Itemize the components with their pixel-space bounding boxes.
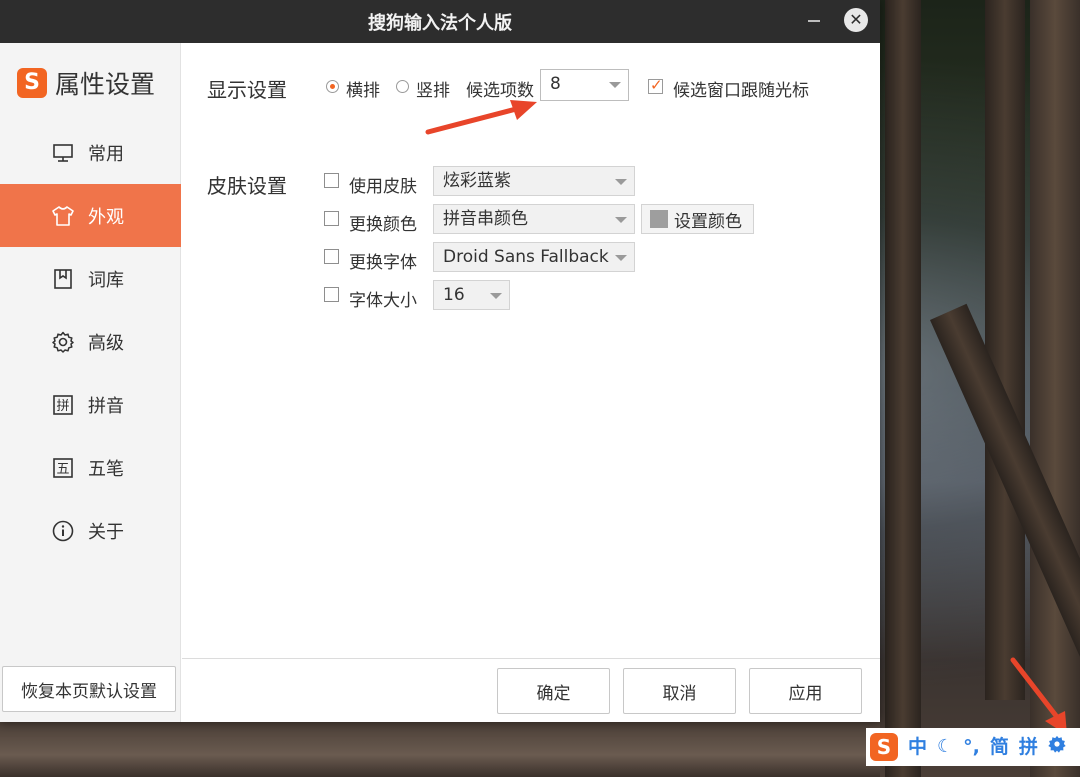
sidebar-item-label: 词库	[88, 269, 124, 291]
font-select-value: Droid Sans Fallback	[443, 247, 609, 267]
use-skin-label: 使用皮肤	[349, 177, 417, 197]
sidebar-item-about[interactable]: 关于	[0, 499, 181, 562]
font-select[interactable]: Droid Sans Fallback	[433, 242, 635, 272]
sidebar-item-wubi[interactable]: 五 五笔	[0, 436, 181, 499]
sidebar-item-label: 高级	[88, 332, 124, 354]
font-size-select[interactable]: 16	[433, 280, 510, 310]
dialog-footer: 确定 取消 应用	[182, 658, 880, 722]
horizontal-label: 横排	[346, 81, 380, 101]
sogou-logo-icon[interactable]: S	[870, 733, 898, 761]
monitor-icon	[52, 142, 74, 164]
sidebar-item-label: 关于	[88, 521, 124, 543]
window-title: 搜狗输入法个人版	[368, 13, 512, 34]
sidebar-item-dictionary[interactable]: 词库	[0, 247, 181, 310]
vertical-radio[interactable]	[396, 80, 409, 93]
ime-settings-gear-icon[interactable]	[1048, 728, 1066, 766]
ime-simplified-toggle[interactable]: 简	[990, 728, 1009, 766]
change-color-checkbox[interactable]	[324, 211, 339, 226]
sidebar: S 属性设置 常用 外观 词库 高级 拼 拼音 五 五笔 关于 恢复本页默认设置	[0, 43, 181, 722]
ime-pinyin-toggle[interactable]: 拼	[1019, 728, 1038, 766]
change-color-label: 更换颜色	[349, 215, 417, 235]
color-target-value: 拼音串颜色	[443, 209, 528, 229]
skin-select-value: 炫彩蓝紫	[443, 171, 511, 191]
svg-text:拼: 拼	[56, 399, 69, 414]
follow-cursor-checkbox[interactable]	[648, 76, 663, 94]
shirt-icon	[52, 205, 74, 227]
sidebar-item-label: 常用	[88, 143, 124, 165]
color-target-select[interactable]: 拼音串颜色	[433, 204, 635, 234]
apply-button[interactable]: 应用	[749, 668, 862, 714]
chevron-down-icon	[615, 255, 627, 261]
sidebar-item-label: 五笔	[88, 458, 124, 480]
svg-text:五: 五	[56, 462, 69, 477]
use-skin-checkbox[interactable]	[324, 173, 339, 188]
pinyin-icon: 拼	[52, 394, 74, 416]
set-color-label: 设置颜色	[674, 211, 742, 232]
chevron-down-icon	[490, 293, 502, 299]
brand-title: 属性设置	[55, 70, 156, 99]
candidate-count-select[interactable]: 8	[540, 69, 629, 101]
sidebar-item-advanced[interactable]: 高级	[0, 310, 181, 373]
skin-settings-title: 皮肤设置	[207, 174, 287, 198]
ime-punctuation-toggle[interactable]: °,	[963, 728, 980, 766]
font-size-value: 16	[443, 285, 465, 305]
sidebar-item-pinyin[interactable]: 拼 拼音	[0, 373, 181, 436]
cancel-button[interactable]: 取消	[623, 668, 736, 714]
ime-status-bar[interactable]: S 中 ☾ °, 简 拼	[866, 728, 1080, 766]
wallpaper-beam	[885, 0, 921, 777]
gear-icon	[52, 331, 74, 353]
set-color-button[interactable]: 设置颜色	[641, 204, 754, 234]
dictionary-icon	[52, 268, 74, 290]
sidebar-item-label: 拼音	[88, 395, 124, 417]
sidebar-item-appearance[interactable]: 外观	[0, 184, 181, 247]
sidebar-item-label: 外观	[88, 206, 124, 228]
title-bar[interactable]: 搜狗输入法个人版 ✕	[0, 0, 880, 43]
candidate-count-value: 8	[550, 74, 561, 94]
ime-chinese-toggle[interactable]: 中	[908, 728, 927, 766]
font-size-checkbox[interactable]	[324, 287, 339, 302]
sogou-logo-icon: S	[17, 68, 47, 98]
color-swatch	[650, 210, 668, 228]
ime-halfwidth-moon-icon[interactable]: ☾	[937, 728, 953, 766]
font-size-label: 字体大小	[349, 291, 417, 311]
wubi-icon: 五	[52, 457, 74, 479]
ok-button[interactable]: 确定	[497, 668, 610, 714]
info-icon	[52, 520, 74, 542]
restore-defaults-button[interactable]: 恢复本页默认设置	[2, 666, 176, 712]
sidebar-item-general[interactable]: 常用	[0, 121, 181, 184]
minimize-button[interactable]	[808, 20, 820, 22]
display-settings-title: 显示设置	[207, 78, 287, 102]
wallpaper-beam	[985, 0, 1025, 700]
change-font-label: 更换字体	[349, 253, 417, 273]
close-button[interactable]: ✕	[844, 8, 868, 32]
change-font-checkbox[interactable]	[324, 249, 339, 264]
horizontal-radio[interactable]	[326, 80, 339, 93]
sidebar-brand: S 属性设置	[17, 65, 155, 101]
chevron-down-icon	[615, 179, 627, 185]
annotation-arrow	[425, 100, 537, 135]
wallpaper-floor	[0, 722, 880, 777]
chevron-down-icon	[615, 217, 627, 223]
follow-cursor-label: 候选窗口跟随光标	[673, 81, 809, 101]
chevron-down-icon	[609, 82, 621, 88]
skin-select[interactable]: 炫彩蓝紫	[433, 166, 635, 196]
close-icon: ✕	[849, 10, 863, 29]
